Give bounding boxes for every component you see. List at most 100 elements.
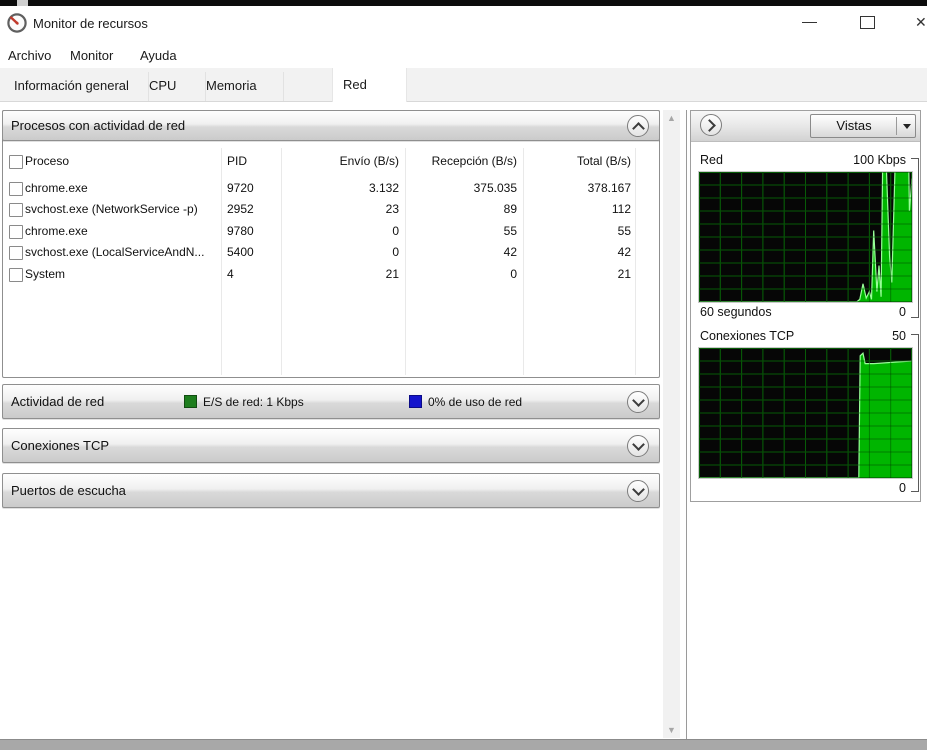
tcp-graph-min-label: 0: [899, 481, 906, 495]
axis-bracket: [911, 158, 919, 318]
chevron-down-icon: [632, 483, 645, 496]
network-activity-title: Actividad de red: [11, 394, 105, 409]
cell-pid: 2952: [227, 202, 254, 217]
menu-bar: Archivo Monitor Ayuda: [0, 44, 927, 68]
chevron-right-icon: [703, 119, 716, 132]
processes-panel: Procesos con actividad de red Proceso PI…: [2, 110, 660, 378]
cell-send: 0: [392, 223, 399, 238]
cell-recv: 0: [510, 266, 517, 281]
listening-ports-bar[interactable]: Puertos de escucha: [2, 473, 660, 508]
menu-item-archivo[interactable]: Archivo: [8, 47, 51, 65]
table-row[interactable]: svchost.exe (NetworkService -p) 2952 23 89 1…: [3, 199, 659, 220]
tcp-graph-title: Conexiones TCP: [700, 329, 795, 343]
column-header-proceso[interactable]: Proceso: [25, 148, 69, 175]
network-io-legend: E/S de red: 1 Kbps: [203, 394, 304, 409]
axis-bracket: [911, 334, 919, 492]
maximize-icon[interactable]: [860, 16, 875, 29]
tab-red[interactable]: Red: [332, 68, 407, 102]
tcp-graph: [698, 347, 913, 479]
cell-total: 42: [617, 245, 631, 260]
network-graph-max-label: 100 Kbps: [853, 153, 906, 167]
cell-recv: 89: [503, 202, 517, 217]
cell-total: 55: [617, 223, 631, 238]
network-activity-bar[interactable]: Actividad de red E/S de red: 1 Kbps 0% d…: [2, 384, 660, 419]
network-usage-legend: 0% de uso de red: [428, 394, 523, 409]
tab-informacion-general[interactable]: Información general: [4, 72, 149, 101]
row-checkbox[interactable]: [9, 224, 23, 239]
row-checkbox[interactable]: [9, 246, 23, 261]
menu-item-ayuda[interactable]: Ayuda: [140, 47, 177, 65]
expand-button[interactable]: [627, 480, 649, 502]
cell-send: 0: [392, 245, 399, 260]
close-icon[interactable]: ✕: [915, 12, 927, 32]
views-button-divider: [896, 117, 897, 135]
network-graph-x-label: 60 segundos: [700, 305, 772, 319]
cell-send: 23: [385, 202, 399, 217]
column-header-recepcion[interactable]: Recepción (B/s): [407, 148, 517, 175]
bottom-window-edge: [0, 739, 927, 750]
expand-button[interactable]: [627, 391, 649, 413]
cell-send: 21: [385, 266, 399, 281]
table-row[interactable]: chrome.exe 9780 0 55 55: [3, 221, 659, 242]
row-checkbox[interactable]: [9, 267, 23, 282]
network-graph-min-label: 0: [899, 305, 906, 319]
graphs-toolbar: Vistas: [691, 111, 920, 142]
tcp-connections-bar[interactable]: Conexiones TCP: [2, 428, 660, 463]
table-row[interactable]: chrome.exe 9720 3.132 375.035 378.167: [3, 178, 659, 199]
scroll-down-icon[interactable]: ▼: [663, 722, 680, 738]
network-graph: [698, 171, 913, 303]
cell-recv: 42: [503, 245, 517, 260]
table-header-row: Proceso PID Envío (B/s) Recepción (B/s) …: [3, 148, 659, 175]
cell-name: svchost.exe (NetworkService -p): [25, 202, 198, 217]
views-button-label: Vistas: [836, 118, 872, 133]
cell-send: 3.132: [368, 181, 399, 195]
network-usage-swatch-icon: [409, 395, 422, 408]
collapse-graphs-button[interactable]: [700, 114, 722, 136]
title-bar: Monitor de recursos ✕: [0, 6, 927, 44]
window-title: Monitor de recursos: [33, 16, 148, 31]
process-table-body: chrome.exe 9720 3.132 375.035 378.167 svchost…: [3, 178, 659, 285]
cell-recv: 375.035: [473, 181, 517, 195]
row-checkbox[interactable]: [9, 203, 23, 218]
select-all-checkbox[interactable]: [9, 155, 23, 169]
network-io-swatch-icon: [184, 395, 197, 408]
tab-strip: Información general CPU Memoria Red: [0, 68, 927, 102]
scroll-up-icon[interactable]: ▲: [663, 110, 680, 126]
chevron-down-icon: [632, 394, 645, 407]
cell-total: 21: [617, 266, 631, 281]
menu-item-monitor[interactable]: Monitor: [70, 47, 113, 65]
cell-name: chrome.exe: [25, 181, 88, 195]
dropdown-arrow-icon[interactable]: [903, 124, 911, 129]
views-button[interactable]: Vistas: [810, 114, 916, 138]
resource-monitor-icon: [7, 13, 27, 33]
table-row[interactable]: svchost.exe (LocalServiceAndN... 5400 0 42 4…: [3, 242, 659, 263]
cell-name: chrome.exe: [25, 223, 88, 238]
expand-button[interactable]: [627, 435, 649, 457]
chevron-up-icon: [632, 122, 645, 135]
cell-pid: 5400: [227, 245, 254, 260]
processes-panel-title: Procesos con actividad de red: [11, 118, 186, 133]
processes-panel-header[interactable]: Procesos con actividad de red: [2, 110, 660, 141]
cell-total: 112: [611, 202, 631, 217]
column-header-pid[interactable]: PID: [227, 148, 247, 175]
cell-pid: 9780: [227, 223, 254, 238]
cell-name: svchost.exe (LocalServiceAndN...: [25, 245, 205, 260]
tab-memoria[interactable]: Memoria: [196, 72, 284, 101]
panel-separator: [686, 110, 687, 740]
minimize-icon[interactable]: [802, 22, 817, 23]
collapse-button[interactable]: [627, 115, 649, 137]
cell-total: 378.167: [587, 181, 631, 195]
table-row[interactable]: System 4 21 0 21: [3, 264, 659, 285]
network-graph-title: Red: [700, 153, 723, 167]
tcp-graph-max-label: 50: [892, 329, 906, 343]
cell-recv: 55: [503, 223, 517, 238]
column-header-envio[interactable]: Envío (B/s): [283, 148, 399, 175]
tcp-connections-title: Conexiones TCP: [11, 438, 110, 453]
cell-name: System: [25, 266, 66, 281]
chevron-down-icon: [632, 438, 645, 451]
row-checkbox[interactable]: [9, 182, 23, 196]
vertical-scrollbar[interactable]: ▲ ▼: [663, 110, 680, 738]
column-header-total[interactable]: Total (B/s): [525, 148, 631, 175]
listening-ports-title: Puertos de escucha: [11, 483, 126, 498]
cell-pid: 9720: [227, 181, 254, 195]
